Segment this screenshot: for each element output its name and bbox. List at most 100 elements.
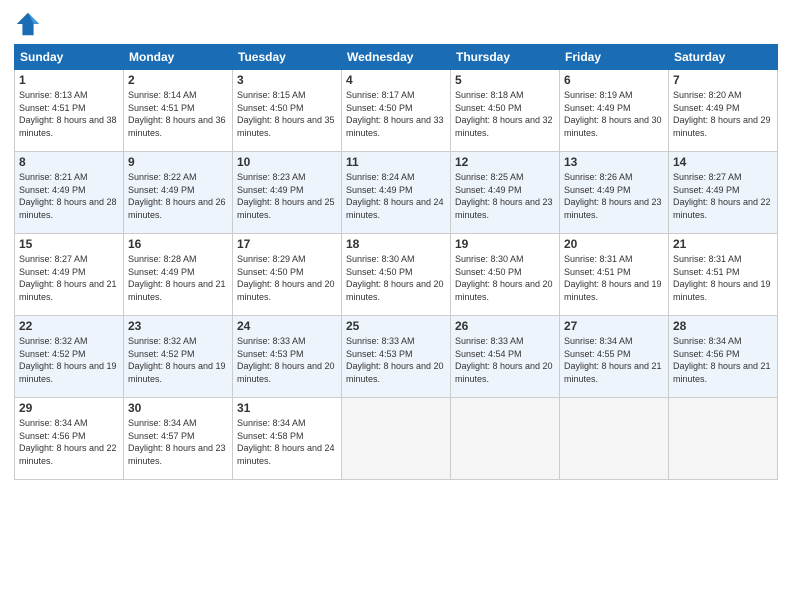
day-number: 2: [128, 73, 228, 87]
day-number: 15: [19, 237, 119, 251]
sunset-label: Sunset: 4:50 PM: [237, 103, 304, 113]
calendar-cell: 1 Sunrise: 8:13 AM Sunset: 4:51 PM Dayli…: [15, 70, 124, 152]
calendar-cell: 3 Sunrise: 8:15 AM Sunset: 4:50 PM Dayli…: [233, 70, 342, 152]
sunrise-label: Sunrise: 8:34 AM: [128, 418, 197, 428]
sunrise-label: Sunrise: 8:27 AM: [673, 172, 742, 182]
day-info: Sunrise: 8:29 AM Sunset: 4:50 PM Dayligh…: [237, 253, 337, 303]
calendar-cell: [560, 398, 669, 480]
day-number: 26: [455, 319, 555, 333]
daylight-label: Daylight: 8 hours and 29 minutes.: [673, 115, 771, 138]
sunrise-label: Sunrise: 8:25 AM: [455, 172, 524, 182]
daylight-label: Daylight: 8 hours and 21 minutes.: [564, 361, 662, 384]
sunset-label: Sunset: 4:58 PM: [237, 431, 304, 441]
day-number: 14: [673, 155, 773, 169]
day-info: Sunrise: 8:22 AM Sunset: 4:49 PM Dayligh…: [128, 171, 228, 221]
daylight-label: Daylight: 8 hours and 20 minutes.: [346, 279, 444, 302]
calendar-cell: 26 Sunrise: 8:33 AM Sunset: 4:54 PM Dayl…: [451, 316, 560, 398]
daylight-label: Daylight: 8 hours and 19 minutes.: [673, 279, 771, 302]
sunset-label: Sunset: 4:56 PM: [673, 349, 740, 359]
calendar-cell: [451, 398, 560, 480]
sunrise-label: Sunrise: 8:21 AM: [19, 172, 88, 182]
daylight-label: Daylight: 8 hours and 20 minutes.: [346, 361, 444, 384]
daylight-label: Daylight: 8 hours and 36 minutes.: [128, 115, 226, 138]
daylight-label: Daylight: 8 hours and 35 minutes.: [237, 115, 335, 138]
calendar-cell: 18 Sunrise: 8:30 AM Sunset: 4:50 PM Dayl…: [342, 234, 451, 316]
sunset-label: Sunset: 4:49 PM: [455, 185, 522, 195]
sunset-label: Sunset: 4:49 PM: [346, 185, 413, 195]
sunrise-label: Sunrise: 8:24 AM: [346, 172, 415, 182]
day-number: 31: [237, 401, 337, 415]
sunset-label: Sunset: 4:54 PM: [455, 349, 522, 359]
sunset-label: Sunset: 4:49 PM: [128, 185, 195, 195]
sunset-label: Sunset: 4:51 PM: [564, 267, 631, 277]
daylight-label: Daylight: 8 hours and 23 minutes.: [128, 443, 226, 466]
daylight-label: Daylight: 8 hours and 25 minutes.: [237, 197, 335, 220]
sunrise-label: Sunrise: 8:22 AM: [128, 172, 197, 182]
daylight-label: Daylight: 8 hours and 28 minutes.: [19, 197, 117, 220]
day-number: 6: [564, 73, 664, 87]
sunset-label: Sunset: 4:49 PM: [19, 185, 86, 195]
sunrise-label: Sunrise: 8:19 AM: [564, 90, 633, 100]
col-sunday: Sunday: [15, 45, 124, 70]
daylight-label: Daylight: 8 hours and 23 minutes.: [564, 197, 662, 220]
day-info: Sunrise: 8:26 AM Sunset: 4:49 PM Dayligh…: [564, 171, 664, 221]
calendar-cell: 11 Sunrise: 8:24 AM Sunset: 4:49 PM Dayl…: [342, 152, 451, 234]
col-monday: Monday: [124, 45, 233, 70]
sunrise-label: Sunrise: 8:28 AM: [128, 254, 197, 264]
sunset-label: Sunset: 4:49 PM: [673, 103, 740, 113]
page: Sunday Monday Tuesday Wednesday Thursday…: [0, 0, 792, 612]
daylight-label: Daylight: 8 hours and 21 minutes.: [673, 361, 771, 384]
daylight-label: Daylight: 8 hours and 26 minutes.: [128, 197, 226, 220]
sunset-label: Sunset: 4:49 PM: [673, 185, 740, 195]
sunrise-label: Sunrise: 8:20 AM: [673, 90, 742, 100]
day-number: 29: [19, 401, 119, 415]
sunrise-label: Sunrise: 8:31 AM: [673, 254, 742, 264]
sunset-label: Sunset: 4:55 PM: [564, 349, 631, 359]
day-number: 28: [673, 319, 773, 333]
daylight-label: Daylight: 8 hours and 24 minutes.: [346, 197, 444, 220]
calendar-cell: 28 Sunrise: 8:34 AM Sunset: 4:56 PM Dayl…: [669, 316, 778, 398]
daylight-label: Daylight: 8 hours and 20 minutes.: [455, 361, 553, 384]
day-number: 4: [346, 73, 446, 87]
sunrise-label: Sunrise: 8:34 AM: [673, 336, 742, 346]
header: [14, 10, 778, 38]
calendar-cell: 5 Sunrise: 8:18 AM Sunset: 4:50 PM Dayli…: [451, 70, 560, 152]
day-info: Sunrise: 8:27 AM Sunset: 4:49 PM Dayligh…: [673, 171, 773, 221]
day-number: 13: [564, 155, 664, 169]
sunset-label: Sunset: 4:51 PM: [19, 103, 86, 113]
day-number: 1: [19, 73, 119, 87]
sunrise-label: Sunrise: 8:18 AM: [455, 90, 524, 100]
logo-icon: [14, 10, 42, 38]
daylight-label: Daylight: 8 hours and 20 minutes.: [237, 279, 335, 302]
daylight-label: Daylight: 8 hours and 23 minutes.: [455, 197, 553, 220]
daylight-label: Daylight: 8 hours and 30 minutes.: [564, 115, 662, 138]
daylight-label: Daylight: 8 hours and 20 minutes.: [455, 279, 553, 302]
day-info: Sunrise: 8:21 AM Sunset: 4:49 PM Dayligh…: [19, 171, 119, 221]
day-info: Sunrise: 8:15 AM Sunset: 4:50 PM Dayligh…: [237, 89, 337, 139]
day-info: Sunrise: 8:34 AM Sunset: 4:58 PM Dayligh…: [237, 417, 337, 467]
daylight-label: Daylight: 8 hours and 38 minutes.: [19, 115, 117, 138]
daylight-label: Daylight: 8 hours and 33 minutes.: [346, 115, 444, 138]
sunset-label: Sunset: 4:49 PM: [564, 103, 631, 113]
calendar-week-4: 22 Sunrise: 8:32 AM Sunset: 4:52 PM Dayl…: [15, 316, 778, 398]
day-number: 8: [19, 155, 119, 169]
calendar-cell: [669, 398, 778, 480]
day-number: 3: [237, 73, 337, 87]
daylight-label: Daylight: 8 hours and 32 minutes.: [455, 115, 553, 138]
calendar-cell: 25 Sunrise: 8:33 AM Sunset: 4:53 PM Dayl…: [342, 316, 451, 398]
col-tuesday: Tuesday: [233, 45, 342, 70]
col-wednesday: Wednesday: [342, 45, 451, 70]
sunrise-label: Sunrise: 8:23 AM: [237, 172, 306, 182]
day-number: 5: [455, 73, 555, 87]
calendar-week-2: 8 Sunrise: 8:21 AM Sunset: 4:49 PM Dayli…: [15, 152, 778, 234]
calendar-cell: 23 Sunrise: 8:32 AM Sunset: 4:52 PM Dayl…: [124, 316, 233, 398]
calendar-cell: 22 Sunrise: 8:32 AM Sunset: 4:52 PM Dayl…: [15, 316, 124, 398]
day-info: Sunrise: 8:17 AM Sunset: 4:50 PM Dayligh…: [346, 89, 446, 139]
daylight-label: Daylight: 8 hours and 20 minutes.: [237, 361, 335, 384]
calendar-cell: 12 Sunrise: 8:25 AM Sunset: 4:49 PM Dayl…: [451, 152, 560, 234]
calendar-cell: 4 Sunrise: 8:17 AM Sunset: 4:50 PM Dayli…: [342, 70, 451, 152]
day-info: Sunrise: 8:34 AM Sunset: 4:55 PM Dayligh…: [564, 335, 664, 385]
calendar-cell: 20 Sunrise: 8:31 AM Sunset: 4:51 PM Dayl…: [560, 234, 669, 316]
col-thursday: Thursday: [451, 45, 560, 70]
daylight-label: Daylight: 8 hours and 22 minutes.: [19, 443, 117, 466]
